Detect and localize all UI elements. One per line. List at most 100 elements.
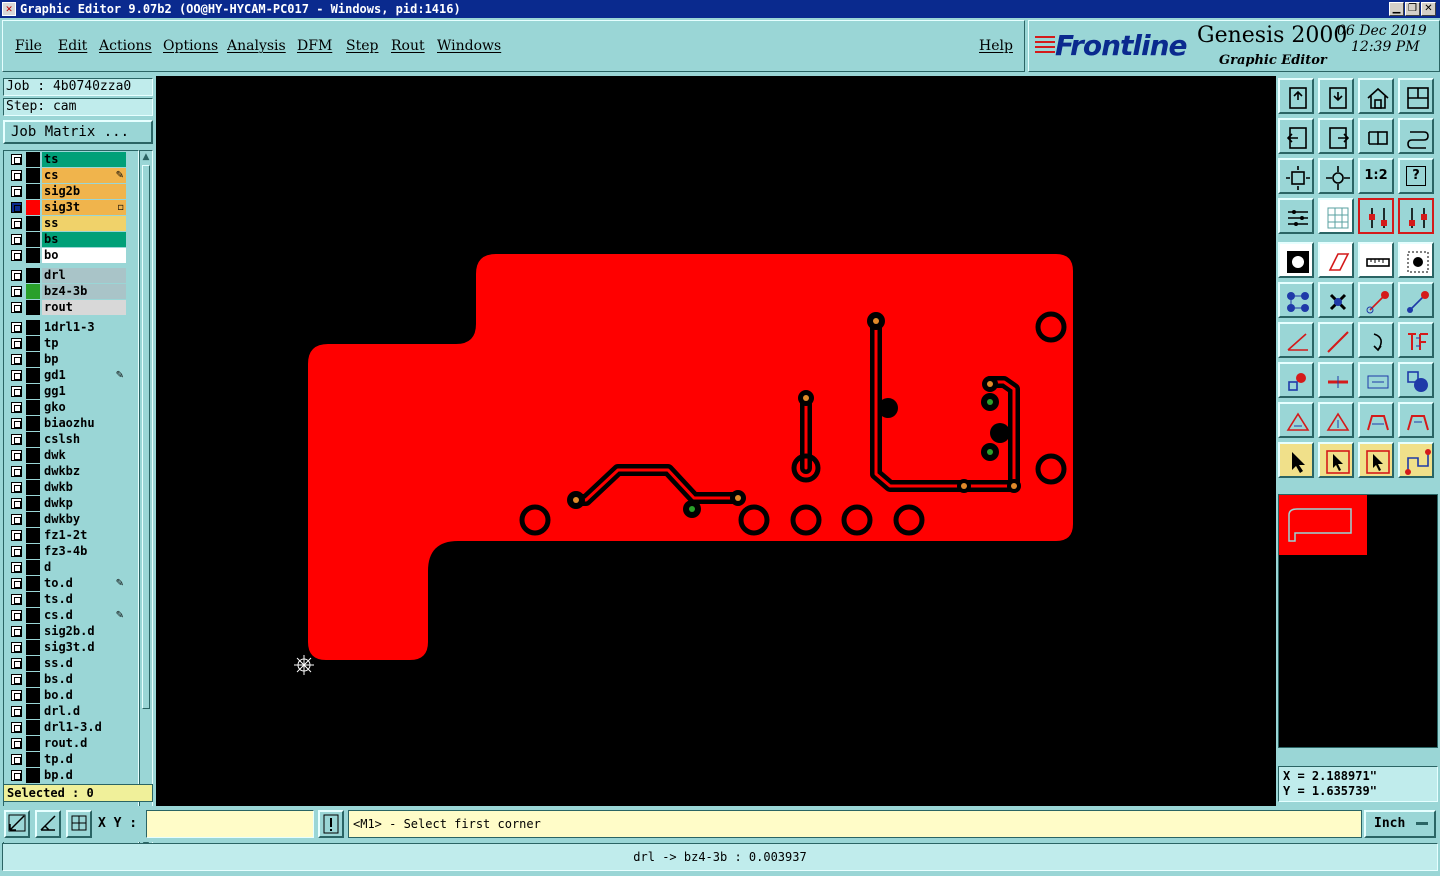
layer-row-bp.d[interactable]: bp.d [6, 768, 126, 783]
ruler-button[interactable] [1358, 242, 1394, 278]
layer-toggle-alt-button[interactable] [1398, 198, 1434, 234]
home-button[interactable] [1358, 78, 1394, 114]
layer-name[interactable]: cs.d [42, 608, 126, 623]
pad-add-button[interactable] [1278, 362, 1314, 398]
layer-name[interactable]: ts [42, 152, 126, 167]
settings-button[interactable] [1278, 198, 1314, 234]
layer-row-bo.d[interactable]: bo.d [6, 688, 126, 703]
diag-line-button[interactable] [1318, 322, 1354, 358]
command-info-button[interactable] [318, 810, 344, 838]
layer-name[interactable]: bp.d [42, 768, 126, 783]
layer-color-swatch[interactable] [26, 320, 40, 335]
layer-color-swatch[interactable] [26, 352, 40, 367]
layer-row-rout.d[interactable]: rout.d [6, 736, 126, 751]
menu-actions[interactable]: Actions [99, 38, 152, 54]
layer-color-swatch[interactable] [26, 480, 40, 495]
zoom-center-button[interactable] [1318, 158, 1354, 194]
scroll-thumb[interactable] [142, 165, 150, 709]
layer-name[interactable]: dwkbz [42, 464, 126, 479]
layer-row-dwk[interactable]: dwk [6, 448, 126, 463]
layer-color-swatch[interactable] [26, 496, 40, 511]
menu-help[interactable]: Help [979, 38, 1013, 54]
menu-file[interactable]: File [15, 38, 42, 54]
layer-name[interactable]: drl [42, 268, 126, 283]
shapes-button[interactable] [1398, 362, 1434, 398]
layer-color-swatch[interactable] [26, 200, 40, 215]
layer-checkbox[interactable] [11, 302, 22, 313]
line-pad-button[interactable] [1358, 282, 1394, 318]
layer-row-dwkp[interactable]: dwkp [6, 496, 126, 511]
layer-color-swatch[interactable] [26, 560, 40, 575]
layer-color-swatch[interactable] [26, 232, 40, 247]
layer-row-drl.d[interactable]: drl.d [6, 704, 126, 719]
layer-checkbox[interactable] [11, 530, 22, 541]
layer-color-swatch[interactable] [26, 608, 40, 623]
layer-checkbox[interactable] [11, 450, 22, 461]
layer-color-swatch[interactable] [26, 544, 40, 559]
layer-name[interactable]: fz1-2t [42, 528, 126, 543]
layer-checkbox[interactable] [11, 674, 22, 685]
snap-mode-button[interactable] [4, 810, 30, 838]
layer-row-sig2b.d[interactable]: sig2b.d [6, 624, 126, 639]
page-up-button[interactable] [1278, 78, 1314, 114]
layer-color-swatch[interactable] [26, 736, 40, 751]
layer-name[interactable]: to.d [42, 576, 126, 591]
layer-color-swatch[interactable] [26, 432, 40, 447]
layer-checkbox[interactable] [11, 270, 22, 281]
layer-name[interactable]: sig2b [42, 184, 126, 199]
triangle-button[interactable] [1278, 402, 1314, 438]
layer-name[interactable]: bo [42, 248, 126, 263]
layer-color-swatch[interactable] [26, 284, 40, 299]
layer-name[interactable]: 1drl1-3 [42, 320, 126, 335]
layer-checkbox[interactable] [11, 466, 22, 477]
help-button[interactable]: ? [1398, 158, 1434, 194]
draw-shape-button[interactable] [1318, 242, 1354, 278]
layer-checkbox[interactable] [11, 738, 22, 749]
pan-right-button[interactable] [1318, 118, 1354, 154]
graphic-canvas[interactable] [156, 76, 1276, 806]
layer-name[interactable]: cs [42, 168, 126, 183]
layer-color-swatch[interactable] [26, 688, 40, 703]
layer-checkbox[interactable] [11, 434, 22, 445]
layer-color-swatch[interactable] [26, 464, 40, 479]
layer-row-bo[interactable]: bo [6, 248, 126, 263]
layer-name[interactable]: fz3-4b [42, 544, 126, 559]
layer-name[interactable]: sig3t [42, 200, 126, 215]
pointer-button[interactable] [1278, 442, 1314, 478]
swap-button[interactable] [1358, 118, 1394, 154]
layer-color-swatch[interactable] [26, 152, 40, 167]
minimize-button[interactable]: ▁ [1389, 2, 1404, 16]
unit-selector[interactable]: Inch [1364, 810, 1436, 838]
delete-button[interactable] [1318, 282, 1354, 318]
layer-checkbox[interactable] [11, 498, 22, 509]
layer-checkbox[interactable] [11, 578, 22, 589]
overview-map[interactable] [1278, 494, 1438, 748]
menu-rout[interactable]: Rout [391, 38, 425, 54]
layer-color-swatch[interactable] [26, 384, 40, 399]
layer-row-dwkbz[interactable]: dwkbz [6, 464, 126, 479]
layer-color-swatch[interactable] [26, 448, 40, 463]
layer-color-swatch[interactable] [26, 168, 40, 183]
pan-left-button[interactable] [1278, 118, 1314, 154]
layer-checkbox[interactable] [11, 754, 22, 765]
layer-color-swatch[interactable] [26, 216, 40, 231]
layer-checkbox[interactable] [11, 202, 22, 213]
grid-mode-button[interactable] [66, 810, 92, 838]
layer-row-dwkby[interactable]: dwkby [6, 512, 126, 527]
layer-checkbox[interactable] [11, 322, 22, 333]
layer-color-swatch[interactable] [26, 300, 40, 315]
triangle-b-button[interactable] [1318, 402, 1354, 438]
layer-row-sig3t.d[interactable]: sig3t.d [6, 640, 126, 655]
net-button[interactable] [1278, 282, 1314, 318]
layer-color-swatch[interactable] [26, 624, 40, 639]
layer-color-swatch[interactable] [26, 752, 40, 767]
layer-name[interactable]: gg1 [42, 384, 126, 399]
layer-name[interactable]: bs [42, 232, 126, 247]
route-button[interactable] [1398, 442, 1434, 478]
arch-b-button[interactable] [1398, 402, 1434, 438]
select-area-button[interactable] [1398, 242, 1434, 278]
layer-color-swatch[interactable] [26, 512, 40, 527]
layer-color-swatch[interactable] [26, 368, 40, 383]
layer-color-swatch[interactable] [26, 576, 40, 591]
menu-options[interactable]: Options [163, 38, 218, 54]
